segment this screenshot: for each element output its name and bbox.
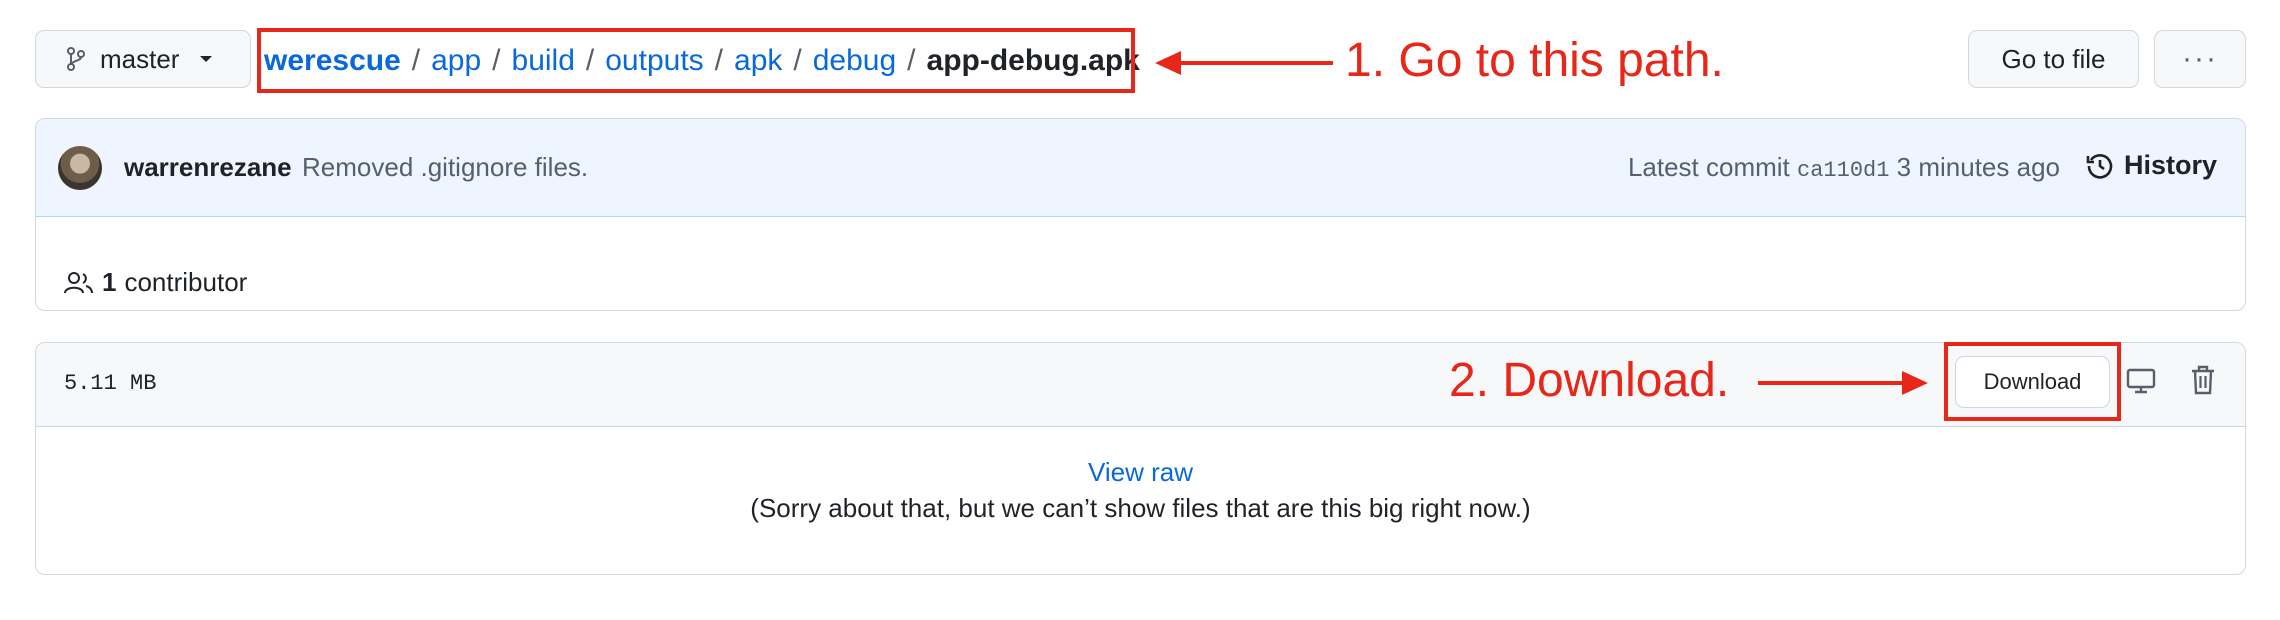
caret-down-icon	[200, 56, 213, 62]
history-icon	[2086, 153, 2113, 179]
commit-message-link[interactable]: Removed .gitignore files.	[302, 152, 588, 183]
annotation-arrow-right	[1758, 371, 1928, 395]
display-icon[interactable]	[2126, 366, 2156, 396]
annotation-step-2: 2. Download.	[1449, 354, 1730, 407]
commit-author-link[interactable]: warrenrezane	[124, 152, 292, 183]
git-branch-icon	[67, 47, 85, 71]
annotation-arrow-left	[1155, 51, 1333, 75]
branch-selector-button[interactable]: master	[35, 30, 251, 88]
commit-meta: Latest commit ca110d1 3 minutes ago	[1628, 152, 2060, 183]
contributors-link[interactable]: 1 contributor	[64, 267, 247, 298]
go-to-file-button[interactable]: Go to file	[1968, 30, 2139, 88]
file-too-big-message: (Sorry about that, but we can’t show fil…	[750, 493, 1531, 523]
more-options-button[interactable]: ···	[2154, 30, 2246, 88]
download-button[interactable]: Download	[1955, 356, 2110, 408]
people-icon	[64, 271, 93, 293]
annotation-step-1: 1. Go to this path.	[1345, 34, 1724, 87]
kebab-horizontal-icon: ···	[2182, 42, 2218, 75]
commit-time: 3 minutes ago	[1896, 152, 2060, 182]
history-label: History	[2123, 150, 2217, 180]
view-raw-link[interactable]: View raw	[36, 457, 2245, 488]
file-size: 5.11 MB	[64, 371, 157, 396]
avatar[interactable]	[58, 146, 102, 190]
commit-sha-link[interactable]: ca110d1	[1797, 158, 1889, 183]
path-highlight-box	[257, 28, 1135, 93]
trash-icon[interactable]	[2190, 365, 2216, 395]
latest-commit-box: warrenrezane Removed .gitignore files. L…	[35, 118, 2246, 311]
history-link[interactable]: History	[2086, 150, 2217, 181]
latest-commit-label: Latest commit	[1627, 152, 1790, 182]
contributors-count: 1	[102, 267, 117, 297]
contributors-label: contributor	[124, 267, 248, 297]
commit-bar: warrenrezane Removed .gitignore files. L…	[36, 119, 2245, 217]
branch-label: master	[100, 43, 180, 74]
